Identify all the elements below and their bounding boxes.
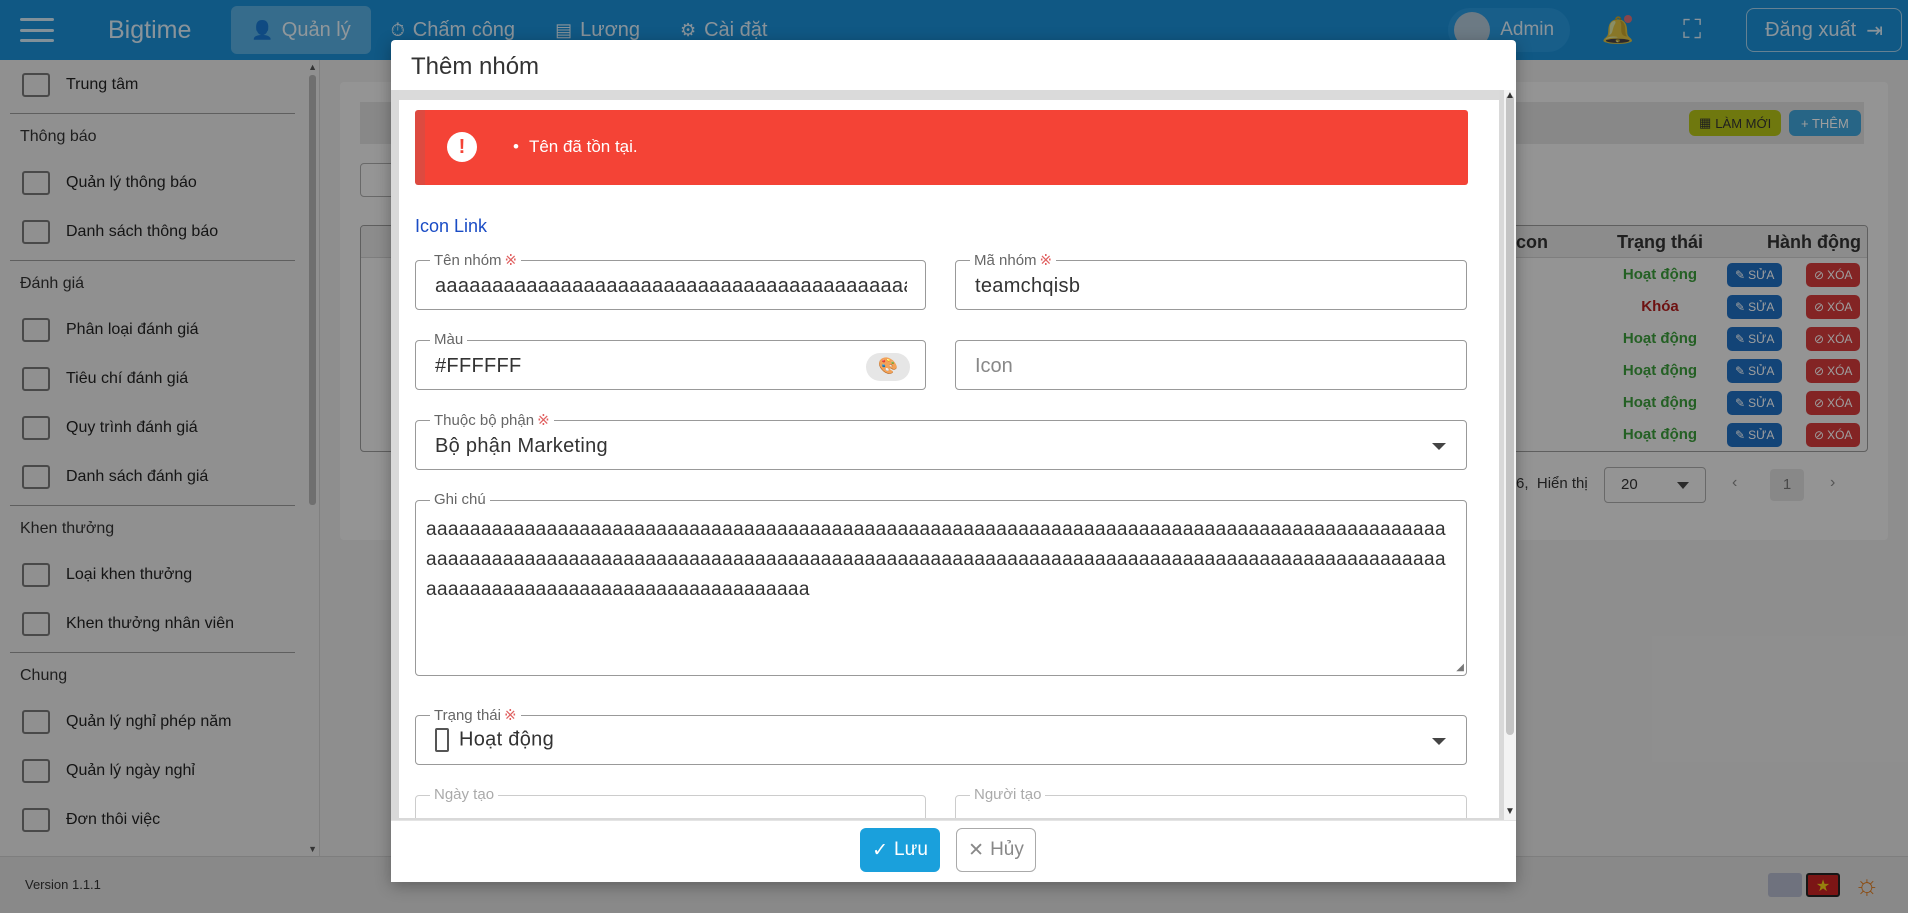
save-button[interactable]: ✓ Lưu [860, 828, 940, 872]
required-mark: ※ [537, 412, 550, 429]
department-value: Bộ phận Marketing [435, 435, 608, 457]
scroll-down-arrow[interactable]: ▼ [1505, 806, 1515, 817]
color-field[interactable]: Màu #FFFFFF 🎨 [415, 331, 926, 390]
close-icon: ✕ [968, 839, 985, 861]
label-text: Mã nhóm [974, 252, 1037, 269]
error-alert: ! Tên đã tồn tại. [415, 110, 1468, 185]
field-label: Mã nhóm ※ [970, 251, 1057, 269]
group-code-value: teamchqisb [975, 275, 1081, 297]
field-label: Ghi chú [430, 491, 490, 508]
resize-handle-icon[interactable]: ◢ [1456, 662, 1464, 673]
note-textarea[interactable]: Ghi chú aaaaaaaaaaaaaaaaaaaaaaaaaaaaaaaa… [415, 491, 1467, 676]
status-value: Hoạt động [459, 728, 554, 751]
field-label: Trạng thái ※ [430, 706, 521, 724]
scroll-up-arrow[interactable]: ▲ [1505, 90, 1515, 101]
modal-footer: ✓ Lưu ✕ Hủy [391, 820, 1516, 882]
check-icon: ✓ [872, 839, 889, 861]
modal-title: Thêm nhóm [411, 53, 540, 80]
icon-field[interactable]: Icon [955, 340, 1467, 390]
label-text: Thuộc bộ phận [434, 412, 535, 429]
field-label: Màu [430, 331, 468, 348]
color-value: #FFFFFF [435, 355, 522, 377]
cancel-button[interactable]: ✕ Hủy [956, 828, 1036, 872]
required-mark: ※ [1039, 252, 1053, 269]
chevron-down-icon [1432, 443, 1446, 450]
palette-icon[interactable]: 🎨 [866, 353, 910, 381]
lock-open-icon [435, 728, 449, 752]
form-panel: ! Tên đã tồn tại. Icon Link Tên nhóm※ aa… [399, 90, 1499, 818]
label-text: Trạng thái [434, 707, 501, 724]
icon-link[interactable]: Icon Link [415, 216, 487, 237]
cancel-label: Hủy [990, 839, 1024, 860]
field-label: Ngày tạo [430, 786, 499, 803]
add-group-modal: Thêm nhóm ▲ ▼ ! Tên đã tồn tại. Icon Lin… [391, 40, 1516, 882]
modal-scroll-content: ! Tên đã tồn tại. Icon Link Tên nhóm※ aa… [399, 90, 1499, 818]
required-mark: ※ [503, 707, 517, 724]
alert-icon: ! [447, 132, 477, 162]
created-by-field[interactable]: Người tạo [955, 786, 1467, 818]
field-label: Tên nhóm ※ [430, 251, 522, 269]
error-message: Tên đã tồn tại. [513, 137, 638, 157]
group-name-value: aaaaaaaaaaaaaaaaaaaaaaaaaaaaaaaaaaaaaaaa… [435, 275, 907, 297]
group-code-field[interactable]: Mã nhóm ※ teamchqisb [955, 251, 1467, 310]
label-text: Tên nhóm [434, 252, 502, 269]
save-label: Lưu [894, 839, 928, 860]
group-name-field[interactable]: Tên nhóm ※ aaaaaaaaaaaaaaaaaaaaaaaaaaaaaa… [415, 251, 926, 310]
modal-scrollbar[interactable] [1506, 95, 1514, 735]
required-mark: ※ [504, 252, 518, 269]
created-date-field[interactable]: Ngày tạo [415, 786, 926, 818]
status-value-wrap: Hoạt động [435, 728, 554, 752]
chevron-down-icon [1432, 738, 1446, 745]
status-select[interactable]: Trạng thái ※ Hoạt động [415, 706, 1467, 765]
field-label: Người tạo [970, 786, 1046, 803]
department-select[interactable]: Thuộc bộ phận ※ Bộ phận Marketing [415, 411, 1467, 470]
note-value: aaaaaaaaaaaaaaaaaaaaaaaaaaaaaaaaaaaaaaaa… [426, 519, 1446, 600]
icon-placeholder: Icon [975, 355, 1013, 377]
field-label: Thuộc bộ phận ※ [430, 411, 554, 429]
